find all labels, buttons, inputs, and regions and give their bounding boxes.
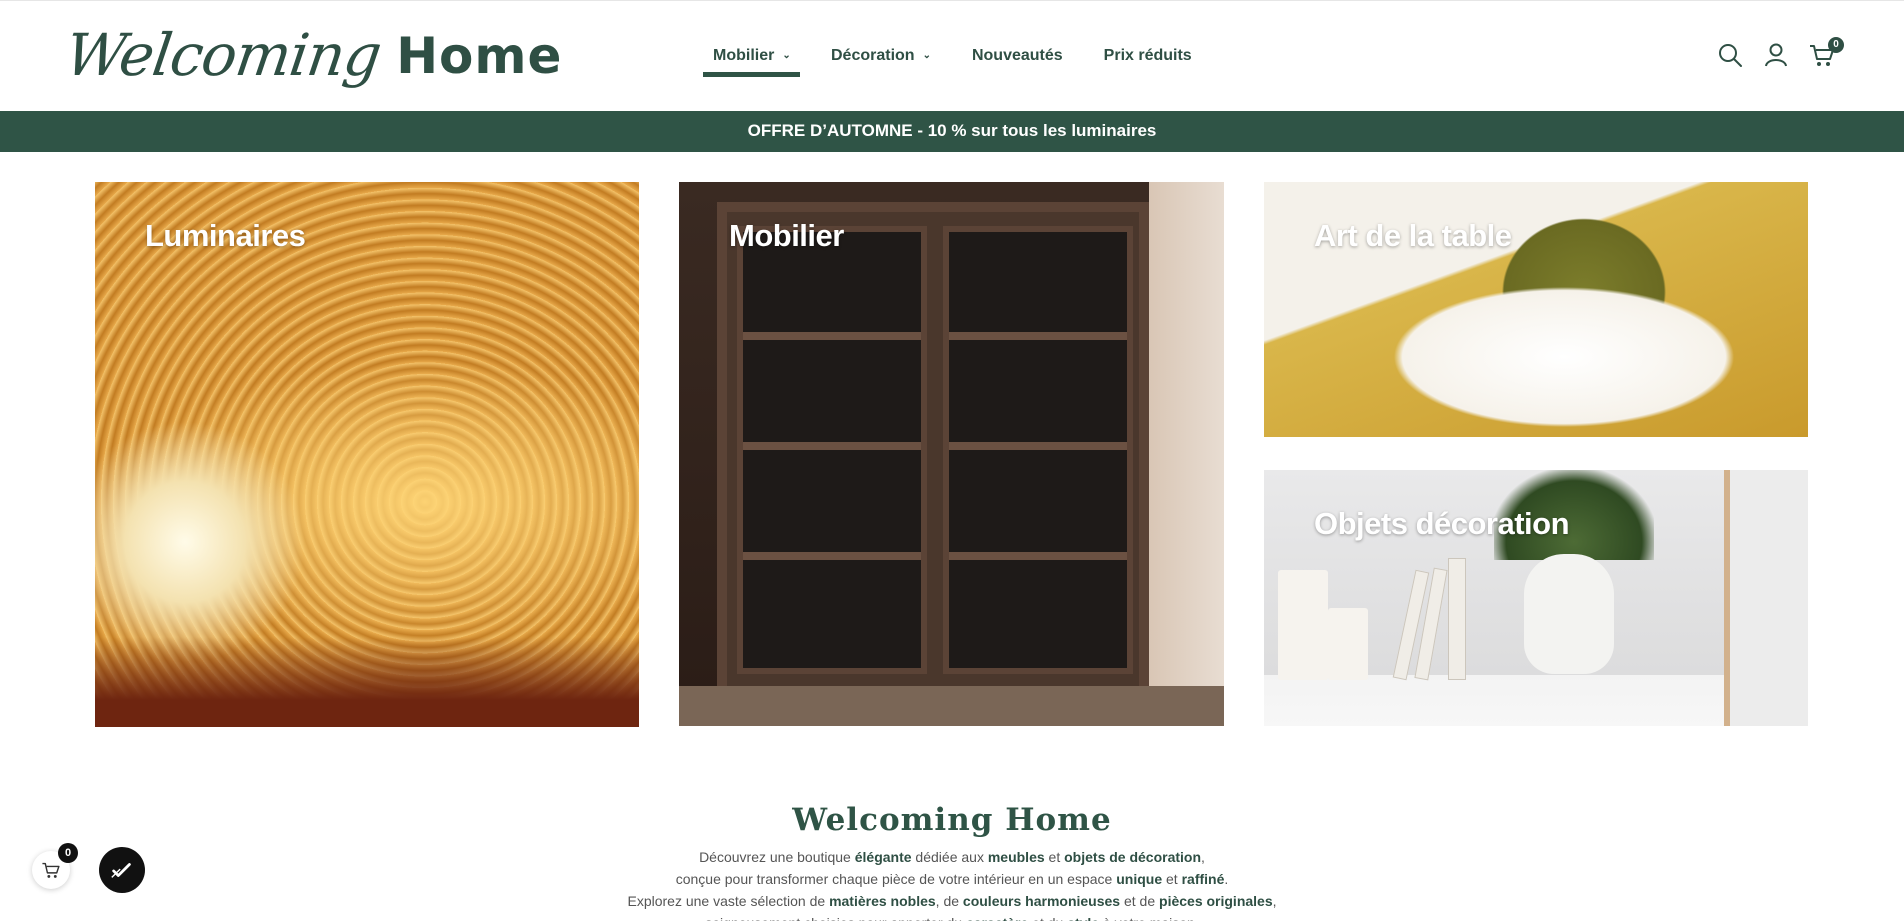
category-tile-art-de-la-table[interactable]: Art de la table <box>1264 182 1808 437</box>
about-emphasis: meubles <box>987 849 1045 865</box>
about-emphasis: unique <box>1116 871 1163 887</box>
logo-bold-text: Home <box>396 27 563 85</box>
about-emphasis: matières nobles <box>829 893 936 909</box>
category-tile-luminaires[interactable]: Luminaires <box>95 182 639 727</box>
about-line: Découvrez une boutique élégante dédiée a… <box>0 846 1904 868</box>
search-button[interactable] <box>1716 41 1744 69</box>
about-fragment: à votre maison. <box>1099 915 1199 921</box>
about-emphasis: style <box>1067 915 1099 921</box>
nav-item-label: Mobilier <box>713 47 775 64</box>
nav-item-mobilier[interactable]: Mobilier ⌄ <box>700 41 800 77</box>
about-line: soigneusement choisies pour apporter du … <box>0 912 1904 921</box>
site-header: Welcoming Home Mobilier ⌄ Décoration ⌄ N… <box>0 0 1904 111</box>
about-fragment: et <box>1044 849 1065 865</box>
site-logo[interactable]: Welcoming Home <box>61 11 563 103</box>
nav-item-label: Nouveautés <box>971 47 1063 64</box>
about-fragment: et <box>1162 871 1182 887</box>
chevron-down-icon: ⌄ <box>922 50 931 61</box>
nav-item-decoration[interactable]: Décoration ⌄ <box>818 41 941 77</box>
about-fragment: et de <box>1120 893 1160 909</box>
category-label: Art de la table <box>1314 218 1512 253</box>
about-emphasis: caractère <box>966 915 1028 921</box>
cart-count-badge: 0 <box>1828 37 1844 53</box>
cabinet-image <box>717 202 1149 702</box>
floating-cart-count: 0 <box>58 843 78 863</box>
cart-icon <box>42 862 60 878</box>
category-tile-mobilier[interactable]: Mobilier <box>679 182 1224 726</box>
header-icons: 0 <box>1716 37 1844 69</box>
user-icon <box>1765 43 1787 67</box>
floating-cart-button[interactable]: 0 <box>32 843 78 889</box>
about-fragment: . <box>1224 871 1229 887</box>
about-fragment: conçue pour transformer chaque pièce de … <box>675 871 1117 887</box>
nav-item-label: Prix réduits <box>1103 47 1192 64</box>
about-fragment: Explorez une vaste sélection de <box>627 893 830 909</box>
about-fragment: , <box>1201 849 1205 865</box>
nav-item-prix-reduits[interactable]: Prix réduits <box>1091 41 1202 77</box>
about-fragment: , <box>1272 893 1277 909</box>
about-line: Explorez une vaste sélection de matières… <box>0 890 1904 912</box>
about-emphasis: pièces originales <box>1159 893 1273 909</box>
announcement-bar: OFFRE D’AUTOMNE - 10 % sur tous les lumi… <box>0 111 1904 152</box>
search-icon <box>1719 44 1742 67</box>
about-fragment: soigneusement choisies pour apporter du <box>705 915 966 921</box>
nav-item-label: Décoration <box>831 47 915 64</box>
about-emphasis: élégante <box>854 849 912 865</box>
chevron-down-icon: ⌄ <box>782 50 791 61</box>
trust-badge-button[interactable] <box>99 847 145 893</box>
about-emphasis: raffiné <box>1181 871 1225 887</box>
logo-script-text: Welcoming <box>61 21 385 89</box>
about-emphasis: couleurs harmonieuses <box>962 893 1121 909</box>
nav-item-nouveautes[interactable]: Nouveautés <box>959 41 1073 77</box>
about-emphasis: objets de décoration <box>1064 849 1202 865</box>
about-title: Welcoming Home <box>792 802 1112 838</box>
about-line: conçue pour transformer chaque pièce de … <box>0 868 1904 890</box>
category-label: Mobilier <box>729 218 844 253</box>
about-fragment: Découvrez une boutique <box>699 849 855 865</box>
checkmark-icon <box>111 863 131 878</box>
main-nav: Mobilier ⌄ Décoration ⌄ Nouveautés Prix … <box>700 41 1202 77</box>
about-text: Découvrez une boutique élégante dédiée a… <box>0 846 1904 921</box>
about-fragment: dédiée aux <box>911 849 988 865</box>
account-button[interactable] <box>1762 41 1790 69</box>
about-fragment: , de <box>935 893 963 909</box>
category-tile-objets-decoration[interactable]: Objets décoration <box>1264 470 1808 726</box>
category-label: Luminaires <box>145 218 306 253</box>
about-fragment: et du <box>1028 915 1067 921</box>
cart-button[interactable]: 0 <box>1808 37 1844 69</box>
category-label: Objets décoration <box>1314 506 1570 541</box>
announcement-text: OFFRE D’AUTOMNE - 10 % sur tous les lumi… <box>747 121 1157 140</box>
